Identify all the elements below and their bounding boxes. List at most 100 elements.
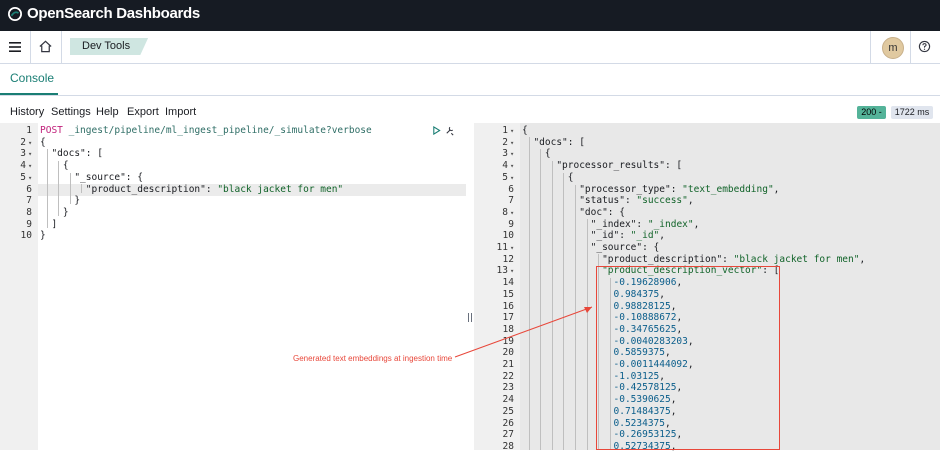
fold-toggle-icon[interactable]: ▾ [510,265,514,277]
line-number: 9 [26,218,32,230]
top-bar: OpenSearch Dashboards [0,0,940,31]
home-icon[interactable] [38,39,53,54]
code-line: "_index": "_index", [522,218,700,230]
code-line: "docs": [ [40,148,103,160]
code-line: POST _ingest/pipeline/ml_ingest_pipeline… [40,125,372,136]
line-number: 13 [496,265,508,277]
line-number: 12 [502,253,514,265]
code-line: "product_description": "black jacket for… [522,253,866,265]
code-line: } [40,206,69,218]
fold-toggle-icon[interactable]: ▾ [510,125,514,137]
tab-console[interactable]: Console [10,71,54,85]
menu-settings[interactable]: Settings [51,106,91,118]
request-editor[interactable]: 1 POST _ingest/pipeline/ml_ingest_pipelin… [0,123,466,450]
code-line: { [40,136,46,148]
line-number: 8 [502,206,508,218]
breadcrumb-dev-tools[interactable]: Dev Tools [70,38,149,55]
line-number: 8 [26,206,32,218]
line-number: 26 [502,417,514,429]
line-number: 7 [508,195,514,207]
indent-guide [47,149,48,228]
line-number: 11 [496,242,508,253]
header-divider [910,31,911,63]
menu-export[interactable]: Export [127,106,159,118]
indent-guide [81,184,82,193]
code-line: "product_description": "black jacket for… [40,183,344,195]
line-number: 1 [26,125,32,136]
header-divider [870,31,871,63]
line-number: 20 [502,347,514,359]
wrench-icon[interactable] [444,125,455,136]
hamburger-menu-icon[interactable] [8,40,22,54]
line-number: 5 [20,171,26,183]
header-divider [61,31,62,63]
brand-logo[interactable]: OpenSearch Dashboards [8,5,200,22]
indent-guide [58,161,59,216]
line-number: 6 [508,183,514,195]
line-number: 17 [502,312,514,324]
code-line: "_source": { [40,171,143,183]
line-number: 10 [502,230,514,242]
line-number: 18 [502,323,514,335]
fold-toggle-icon[interactable]: ▾ [510,160,514,172]
code-line: "processor_type": "text_embedding", [522,183,780,195]
line-number: 1 [502,125,508,136]
code-line: } [40,230,46,242]
line-number: 10 [20,230,32,242]
fold-toggle-icon[interactable]: ▾ [28,160,32,172]
indent-guide [563,173,564,450]
line-number: 4 [20,160,26,172]
line-number: 6 [26,183,32,195]
line-number: 2 [502,136,508,148]
line-number: 19 [502,335,514,347]
help-icon[interactable] [918,40,931,53]
status-badge: 200 - [857,106,886,119]
menu-help[interactable]: Help [96,106,119,118]
line-number: 24 [502,394,514,406]
indent-guide [70,173,71,204]
app-title: OpenSearch Dashboards [27,5,200,22]
indent-guide [587,219,588,450]
line-number: 27 [502,429,514,441]
embedding-highlight-box [596,266,780,450]
pane-resize-handle-icon[interactable] [467,313,473,322]
code-line: "docs": [ [522,136,585,148]
menu-import[interactable]: Import [165,106,196,118]
line-number: 7 [26,195,32,207]
annotation-text: Generated text embeddings at ingestion t… [293,354,453,363]
indent-guide [575,185,576,450]
indent-guide [540,149,541,450]
response-time-badge: 1722 ms [891,106,933,119]
code-line: ] [40,218,58,230]
line-number: 22 [502,370,514,382]
console-menu: History Settings Help Export Import [0,104,940,122]
indent-guide [529,137,530,450]
code-line: "doc": { [522,206,625,218]
fold-toggle-icon[interactable]: ▾ [510,242,514,254]
code-line: { [522,148,551,160]
code-line: "processor_results": [ [522,160,683,172]
fold-toggle-icon[interactable]: ▾ [510,207,514,219]
fold-toggle-icon[interactable]: ▾ [510,148,514,160]
fold-toggle-icon[interactable]: ▾ [510,172,514,184]
line-number: 16 [502,300,514,312]
line-number: 3 [20,148,26,160]
code-line: } [40,195,81,207]
menu-history[interactable]: History [10,106,44,118]
line-number: 9 [508,218,514,230]
active-tab-indicator [0,93,58,95]
fold-toggle-icon[interactable]: ▾ [510,137,514,149]
line-number: 4 [502,160,508,172]
code-line: "_source": { [522,242,660,253]
code-line: { [522,125,528,136]
user-avatar[interactable]: m [882,37,904,59]
line-number: 14 [502,277,514,289]
line-number: 5 [502,171,508,183]
breadcrumb-header: Dev Tools m [0,31,940,64]
code-line: "status": "success", [522,195,694,207]
fold-toggle-icon[interactable]: ▾ [28,172,32,184]
code-line: "_id": "_id", [522,230,666,242]
fold-toggle-icon[interactable]: ▾ [28,137,32,149]
play-icon[interactable] [432,126,441,135]
fold-toggle-icon[interactable]: ▾ [28,148,32,160]
